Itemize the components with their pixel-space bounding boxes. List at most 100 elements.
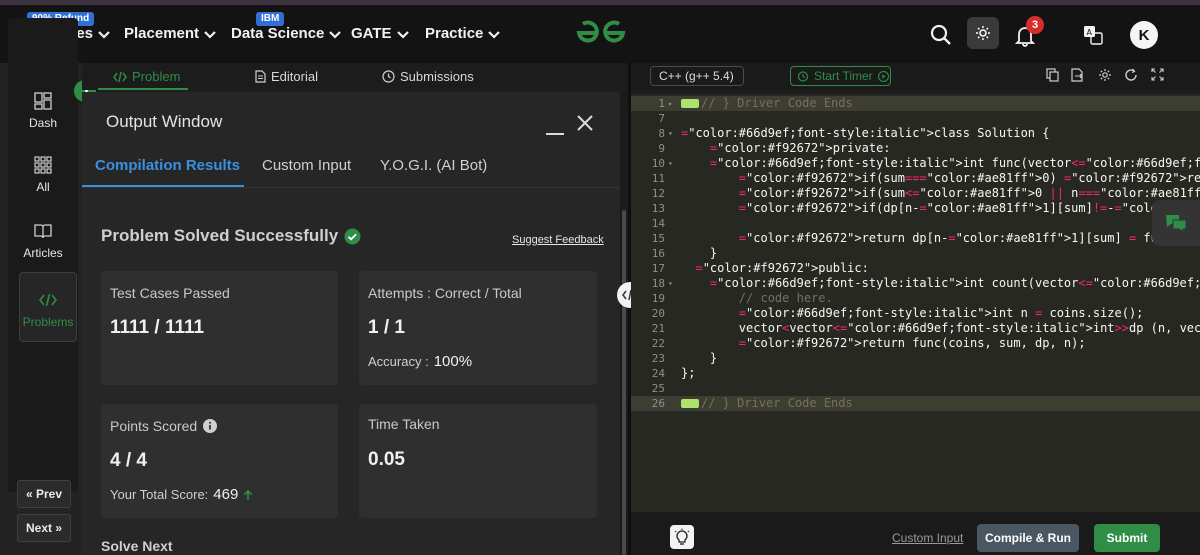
prev-button[interactable]: « Prev bbox=[17, 480, 71, 508]
sidebar-item-articles[interactable]: Articles bbox=[8, 222, 78, 260]
code-line[interactable]: 25 bbox=[631, 381, 1200, 396]
translate-icon[interactable]: A bbox=[1083, 25, 1103, 45]
tab-yogi-ai-bot[interactable]: Y.O.G.I. (AI Bot) bbox=[380, 157, 487, 174]
code-line[interactable]: 23 } bbox=[631, 351, 1200, 366]
fold-marker-icon[interactable] bbox=[681, 99, 699, 108]
points-card: Points Scored 4 / 4 Your Total Score: 46… bbox=[101, 404, 338, 518]
code-line[interactable]: 13 ="color:#f92672">if(dp[n-="color:#ae8… bbox=[631, 201, 1200, 216]
language-select[interactable]: C++ (g++ 5.4) bbox=[650, 66, 744, 86]
line-number: 9 bbox=[658, 142, 665, 155]
file-export-icon[interactable] bbox=[1071, 68, 1084, 82]
output-window: Output Window Compilation Results Custom… bbox=[82, 92, 620, 555]
code-line[interactable]: 11 ="color:#f92672">if(sum==="color:#ae8… bbox=[631, 171, 1200, 186]
status-text: Problem Solved Successfully bbox=[101, 226, 339, 245]
code-line[interactable]: 21 vector<vector<="color:#66d9ef;font-st… bbox=[631, 321, 1200, 336]
chat-icon bbox=[1166, 215, 1187, 233]
code-line[interactable]: 14 bbox=[631, 216, 1200, 231]
code-text: }; bbox=[681, 366, 696, 380]
nav-practice-label: Practice bbox=[425, 25, 484, 42]
code-line[interactable]: 26 // } Driver Code Ends bbox=[631, 396, 1200, 411]
sidebar-item-dash[interactable]: Dash bbox=[8, 92, 78, 130]
line-number: 1 bbox=[658, 97, 665, 110]
fold-toggle-icon[interactable]: ▾ bbox=[668, 276, 673, 291]
next-button[interactable]: Next » bbox=[17, 514, 71, 542]
hint-button[interactable] bbox=[670, 525, 694, 549]
user-avatar[interactable]: K bbox=[1130, 21, 1158, 49]
nav-placement[interactable]: Placement bbox=[124, 25, 217, 42]
line-number: 7 bbox=[658, 112, 665, 125]
nav-gate[interactable]: GATE bbox=[351, 25, 410, 42]
arrow-up-icon bbox=[244, 489, 253, 500]
nav-practice[interactable]: Practice bbox=[425, 25, 501, 42]
code-line[interactable]: 24}; bbox=[631, 366, 1200, 381]
chevron-down-icon bbox=[98, 30, 110, 39]
fold-toggle-icon[interactable]: ▾ bbox=[668, 156, 673, 171]
custom-input-link[interactable]: Custom Input bbox=[892, 531, 963, 545]
code-line[interactable]: 22 ="color:#f92672">return func(coins, s… bbox=[631, 336, 1200, 351]
card-label: Attempts : Correct / Total bbox=[368, 285, 522, 301]
tab-submissions[interactable]: Submissions bbox=[382, 69, 474, 84]
line-number: 12 bbox=[651, 187, 665, 200]
copy-icon[interactable] bbox=[1046, 68, 1059, 82]
line-number: 10 bbox=[651, 157, 665, 170]
code-line[interactable]: 12 ="color:#f92672">if(sum<="color:#ae81… bbox=[631, 186, 1200, 201]
close-icon[interactable] bbox=[576, 114, 594, 132]
fullscreen-icon[interactable] bbox=[1151, 68, 1164, 81]
code-line[interactable]: 8 ▾ ="color:#66d9ef;font-style:italic">cla… bbox=[631, 126, 1200, 141]
nav-data-science[interactable]: Data Science bbox=[231, 25, 342, 42]
code-line[interactable]: 9 ="color:#f92672">private: bbox=[631, 141, 1200, 156]
start-timer-button[interactable]: Start Timer bbox=[790, 66, 891, 86]
active-tab-indicator bbox=[98, 88, 188, 90]
theme-toggle-button[interactable] bbox=[967, 17, 999, 49]
gfg-logo-icon[interactable] bbox=[573, 18, 629, 48]
code-line[interactable]: 20 ="color:#66d9ef;font-style:italic">in… bbox=[631, 306, 1200, 321]
card-label: Time Taken bbox=[368, 416, 440, 432]
chevron-down-icon bbox=[204, 30, 216, 39]
code-line[interactable]: 10 ▾ ="color:#66d9ef;font-style:italic">i… bbox=[631, 156, 1200, 171]
fold-marker-icon[interactable] bbox=[681, 399, 699, 408]
chat-button[interactable] bbox=[1152, 200, 1200, 246]
tab-divider bbox=[82, 187, 620, 188]
code-text: ="color:#f92672">private: bbox=[709, 141, 891, 155]
sidebar-item-problems[interactable]: Problems bbox=[19, 272, 77, 342]
chevron-down-icon bbox=[329, 30, 342, 39]
line-number: 26 bbox=[651, 397, 665, 410]
code-line[interactable]: 17 ="color:#f92672">public: bbox=[631, 261, 1200, 276]
fold-toggle-icon[interactable]: ▾ bbox=[668, 126, 673, 141]
tab-compilation-results[interactable]: Compilation Results bbox=[95, 157, 240, 174]
settings-icon[interactable] bbox=[1098, 68, 1112, 82]
code-line[interactable]: 16 } bbox=[631, 246, 1200, 261]
code-line[interactable]: 19 // code here. bbox=[631, 291, 1200, 306]
code-text: } bbox=[681, 246, 718, 260]
sidebar-item-label: All bbox=[36, 180, 50, 194]
code-line[interactable]: 15 ="color:#f92672">return dp[n-="color:… bbox=[631, 231, 1200, 246]
tab-custom-input[interactable]: Custom Input bbox=[262, 157, 351, 174]
code-line[interactable]: 1 ▸ // } Driver Code Ends bbox=[631, 96, 1200, 111]
output-scrollbar-thumb[interactable] bbox=[622, 210, 626, 555]
code-editor[interactable]: 1 ▸// } Driver Code Ends 7 8 ▾ ="color:#66d9e… bbox=[631, 94, 1200, 512]
info-icon[interactable] bbox=[203, 419, 218, 433]
submit-button[interactable]: Submit bbox=[1094, 524, 1160, 552]
card-label: Test Cases Passed bbox=[110, 285, 230, 301]
output-window-title: Output Window bbox=[106, 112, 223, 131]
code-line[interactable]: 18 ▾ ="color:#66d9ef;font-style:italic">i… bbox=[631, 276, 1200, 291]
fold-toggle-icon[interactable]: ▸ bbox=[668, 96, 673, 111]
compile-run-button[interactable]: Compile & Run bbox=[977, 524, 1079, 552]
suggest-feedback-link[interactable]: Suggest Feedback bbox=[512, 234, 604, 246]
card-value: 4 / 4 bbox=[110, 450, 147, 471]
tab-problem[interactable]: Problem bbox=[113, 69, 180, 84]
sidebar-item-all[interactable]: All bbox=[8, 156, 78, 194]
search-icon[interactable] bbox=[930, 24, 952, 46]
sidebar-item-label: Problems bbox=[22, 315, 74, 329]
tab-editorial[interactable]: Editorial bbox=[255, 69, 318, 84]
code-line[interactable]: 7 bbox=[631, 111, 1200, 126]
grid-icon bbox=[34, 156, 52, 174]
reset-icon[interactable] bbox=[1124, 68, 1138, 82]
line-number: 18 bbox=[651, 277, 665, 290]
minimize-icon[interactable] bbox=[545, 120, 565, 136]
line-number: 13 bbox=[651, 202, 665, 215]
sun-icon bbox=[976, 26, 990, 40]
card-label: Points Scored bbox=[110, 418, 218, 434]
status-heading: Problem Solved Successfully bbox=[101, 226, 361, 246]
code-text: // code here. bbox=[681, 291, 833, 305]
